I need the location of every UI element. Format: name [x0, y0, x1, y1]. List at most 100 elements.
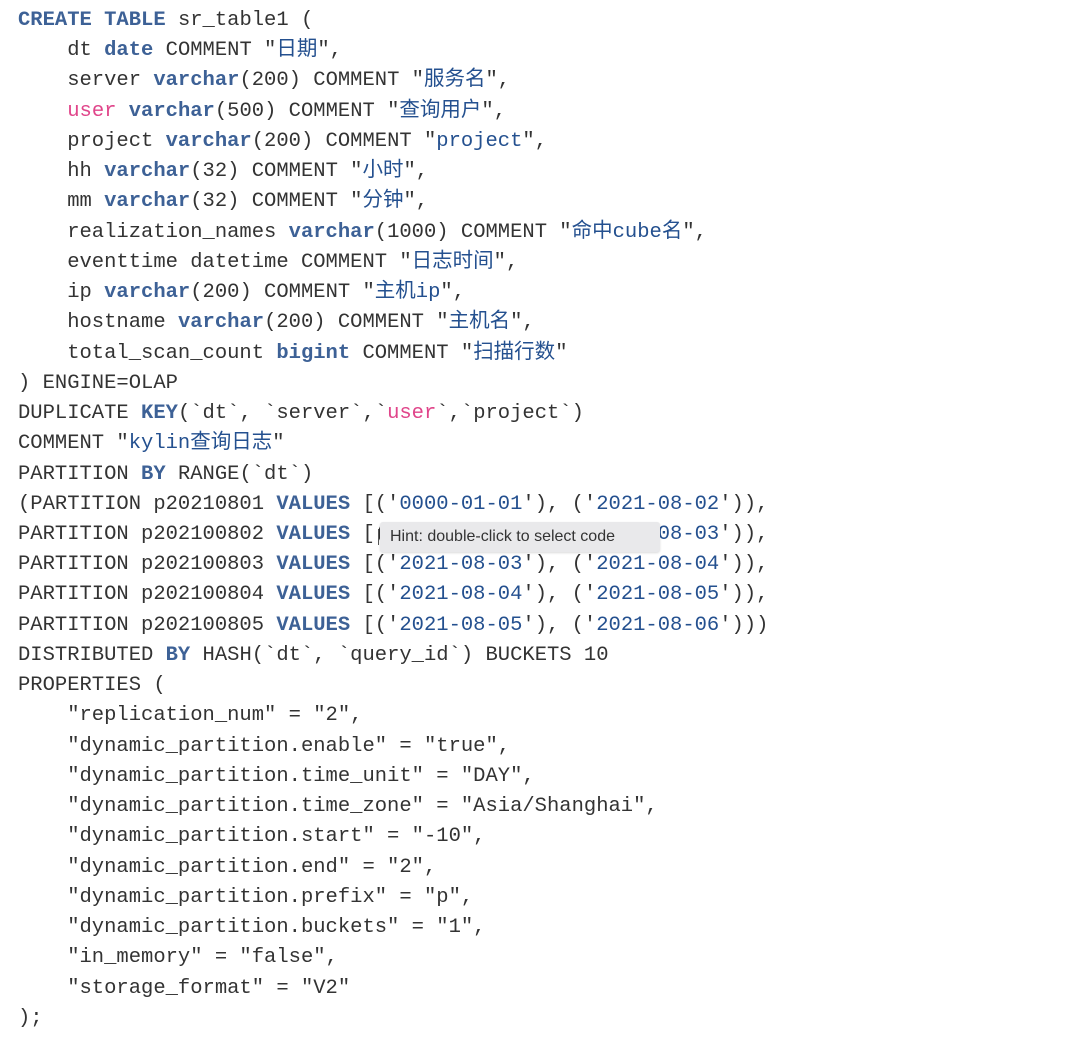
code-string: 日期: [276, 39, 318, 63]
code-text: );: [18, 1006, 43, 1030]
code-string: 2021-08-04: [399, 583, 523, 607]
code-string: 主机名: [448, 311, 511, 335]
code-string: kylin查询日志: [128, 432, 273, 456]
code-line: total_scan_count bigint COMMENT "扫描行数": [18, 339, 768, 369]
code-text: DUPLICATE: [18, 402, 142, 426]
code-line: "in_memory" = "false",: [18, 943, 768, 973]
code-line: "replication_num" = "2",: [18, 701, 768, 731]
code-string: 2021-08-06: [596, 613, 720, 637]
code-keyword: KEY: [141, 402, 178, 426]
code-line: user varchar(500) COMMENT "查询用户",: [18, 97, 768, 127]
code-text: ",: [481, 99, 507, 123]
code-text: eventtime datetime COMMENT ": [18, 250, 412, 274]
code-text: (1000) COMMENT ": [374, 220, 572, 244]
code-text: "dynamic_partition.time_unit" = "DAY",: [18, 764, 535, 788]
code-line: eventtime datetime COMMENT "日志时间",: [18, 248, 768, 278]
code-text: ",: [403, 160, 429, 184]
code-text: (32) COMMENT ": [190, 190, 363, 214]
code-line: PARTITION BY RANGE(`dt`): [18, 460, 768, 490]
code-text: ",: [522, 129, 548, 153]
code-text: COMMENT ": [18, 432, 129, 456]
code-text: server: [18, 69, 154, 93]
code-string: 2021-08-05: [596, 583, 720, 607]
code-line: "dynamic_partition.end" = "2",: [18, 853, 768, 883]
code-text: mm: [18, 190, 105, 214]
code-text: ')),: [719, 553, 769, 577]
code-keyword: VALUES: [276, 553, 351, 577]
code-line: PARTITION p202100805 VALUES [('2021-08-0…: [18, 611, 768, 641]
code-line: realization_names varchar(1000) COMMENT …: [18, 218, 768, 248]
code-line: "dynamic_partition.time_zone" = "Asia/Sh…: [18, 792, 768, 822]
code-keyword: BY: [165, 643, 191, 667]
code-text: "dynamic_partition.time_zone" = "Asia/Sh…: [18, 795, 658, 819]
code-text: ')),: [719, 492, 769, 516]
code-line: mm varchar(32) COMMENT "分钟",: [18, 187, 768, 217]
code-keyword: VALUES: [276, 613, 351, 637]
code-keyword: varchar: [128, 99, 215, 123]
code-text: (`dt`, `server`,`: [177, 402, 388, 426]
code-keyword: varchar: [288, 220, 375, 244]
code-line: "dynamic_partition.time_unit" = "DAY",: [18, 762, 768, 792]
code-keyword: varchar: [153, 69, 240, 93]
code-line: hostname varchar(200) COMMENT "主机名",: [18, 308, 768, 338]
code-line: "dynamic_partition.start" = "-10",: [18, 822, 768, 852]
code-string: 小时: [362, 160, 404, 184]
code-keyword: BY: [141, 462, 166, 486]
code-text: COMMENT ": [153, 39, 277, 63]
code-text: PARTITION: [18, 462, 142, 486]
code-keyword: CREATE: [18, 9, 92, 32]
code-string: 服务名: [423, 69, 486, 93]
code-text: (200) COMMENT ": [190, 281, 375, 305]
code-text: (200) COMMENT ": [239, 69, 424, 93]
code-keyword: VALUES: [276, 583, 351, 607]
code-string: 日志时间: [411, 250, 494, 274]
code-string: 命中cube名: [571, 220, 683, 244]
code-text: "dynamic_partition.end" = "2",: [18, 855, 437, 879]
code-line: (PARTITION p20210801 VALUES [('0000-01-0…: [18, 490, 768, 520]
code-text: '), (': [522, 613, 597, 637]
code-text: PROPERTIES (: [18, 674, 166, 698]
code-identifier: user: [67, 99, 117, 123]
code-line: server varchar(200) COMMENT "服务名",: [18, 66, 768, 96]
code-text: ",: [403, 190, 429, 214]
code-text: PARTITION p202100804: [18, 583, 277, 607]
code-text: DISTRIBUTED: [18, 643, 166, 667]
code-keyword: bigint: [276, 341, 351, 365]
code-string: project: [436, 129, 523, 153]
code-text: '), (': [522, 492, 597, 516]
code-text: "replication_num" = "2",: [18, 704, 363, 728]
code-text: total_scan_count: [18, 341, 277, 365]
code-text: (200) COMMENT ": [264, 311, 449, 335]
code-text: ": [555, 341, 568, 365]
code-string: 分钟: [362, 190, 404, 214]
code-text: [(': [350, 553, 400, 577]
code-text: ",: [510, 311, 535, 335]
code-text: PARTITION p202100805: [18, 613, 277, 637]
code-text: "storage_format" = "V2": [18, 976, 351, 1000]
code-text: "in_memory" = "false",: [18, 946, 338, 970]
code-string: 扫描行数: [473, 341, 556, 365]
code-string: 2021-08-02: [596, 492, 720, 516]
code-keyword: VALUES: [276, 522, 351, 546]
code-text: ",: [440, 281, 465, 305]
code-keyword: varchar: [165, 129, 252, 153]
code-line: "dynamic_partition.prefix" = "p",: [18, 883, 768, 913]
code-text: dt: [18, 39, 105, 63]
hint-text: Hint: double-click to select code: [390, 528, 615, 545]
code-string: 0000-01-01: [399, 492, 523, 516]
code-line: CREATE TABLE sr_table1 (: [18, 6, 768, 36]
code-string: 2021-08-04: [596, 553, 720, 577]
code-text: '), (': [522, 553, 597, 577]
code-line: DISTRIBUTED BY HASH(`dt`, `query_id`) BU…: [18, 641, 768, 671]
code-text: COMMENT ": [350, 341, 474, 365]
code-keyword: varchar: [104, 160, 191, 184]
code-text: HASH(`dt`, `query_id`) BUCKETS 10: [190, 643, 609, 667]
code-text: "dynamic_partition.enable" = "true",: [18, 734, 511, 758]
code-text: realization_names: [18, 220, 289, 244]
code-block[interactable]: CREATE TABLE sr_table1 ( dt date COMMENT…: [18, 6, 768, 1034]
code-keyword: varchar: [177, 311, 265, 335]
code-text: (500) COMMENT ": [214, 99, 400, 123]
code-keyword: date: [104, 39, 154, 63]
